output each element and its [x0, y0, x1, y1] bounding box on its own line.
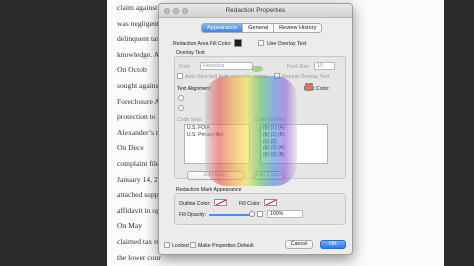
code-entry-item[interactable]: (b) (3) (B) [261, 152, 327, 159]
cancel-button[interactable]: Cancel [285, 240, 313, 249]
alignment-radio-2[interactable] [178, 105, 184, 111]
auto-size-checkbox[interactable] [177, 73, 183, 79]
opacity-checkbox[interactable] [257, 211, 263, 217]
make-default-checkbox[interactable] [190, 242, 196, 248]
edit-codes-button[interactable]: Edit Codes [254, 171, 284, 180]
mark-fill-color-label: Fill Color: [239, 201, 261, 207]
code-sets-label: Code Sets: [177, 117, 203, 123]
document-line: Alexander’s m [117, 127, 162, 137]
mark-appearance-group [174, 193, 346, 225]
font-select[interactable]: Helvetica [200, 62, 253, 70]
tab-review-history[interactable]: Review History [273, 24, 321, 32]
fill-opacity-slider[interactable] [209, 211, 255, 217]
document-line: was negligent [117, 18, 159, 28]
code-entries-list[interactable]: (b) (1) (A) (b) (1) (B) (b) (2) (b) (3) … [260, 124, 328, 164]
font-size-field[interactable]: 10 [314, 62, 335, 70]
tab-appearance[interactable]: Appearance [202, 24, 243, 32]
code-entry-item[interactable]: (b) (1) (A) [261, 125, 327, 132]
document-line: delinquent tax [117, 34, 161, 44]
fill-opacity-slider-knob[interactable] [249, 211, 255, 217]
minimize-window-icon[interactable] [173, 8, 179, 14]
fill-opacity-slider-fill [209, 214, 252, 216]
code-entry-item[interactable]: (b) (3) (A) [261, 145, 327, 152]
text-alignment-label: Text Alignment: [177, 86, 213, 92]
mark-fill-color-swatch[interactable] [264, 199, 277, 206]
repeat-overlay-checkbox[interactable] [274, 73, 280, 79]
document-line: the lower cour [117, 252, 161, 262]
zoom-window-icon[interactable] [182, 8, 188, 14]
code-entry-item[interactable]: (b) (1) (B) [261, 132, 327, 139]
edit-entry-button[interactable]: Edit Entry [187, 171, 244, 180]
close-window-icon[interactable] [164, 8, 170, 14]
outline-color-swatch[interactable] [214, 199, 227, 206]
document-line: On May [117, 221, 143, 231]
document-line: attached suppo [117, 190, 163, 200]
document-line: claimed tax rec [117, 237, 164, 246]
repeat-overlay-label: Repeat Overlay Text [282, 74, 329, 80]
document-line: On Dece [117, 143, 144, 153]
tab-general[interactable]: General [242, 24, 273, 32]
fill-color-swatch[interactable] [234, 39, 242, 47]
no-color-slash-icon [215, 200, 226, 205]
alignment-radio-1[interactable] [178, 95, 184, 101]
code-sets-list[interactable]: U.S. FOIA U.S. Privacy Act [184, 124, 250, 164]
document-line: protection to [117, 112, 156, 122]
document-line: complaint filed [117, 159, 164, 168]
dialog-title: Redaction Properties [225, 7, 286, 14]
dialog-titlebar: Redaction Properties [159, 4, 352, 18]
document-line: On Octob [117, 65, 147, 75]
code-set-item[interactable]: U.S. Privacy Act [185, 132, 249, 139]
tab-bar: Appearance General Review History [201, 23, 323, 33]
fill-color-label: Redaction Area Fill Color: [173, 41, 232, 47]
make-default-label: Make Properties Default [198, 243, 254, 249]
code-entries-label: Code Entries: [255, 117, 287, 123]
use-overlay-checkbox[interactable] [258, 40, 264, 46]
no-color-slash-icon [265, 200, 276, 205]
document-line: Foreclosure Ac [117, 96, 164, 106]
use-overlay-label: Use Overlay Text [267, 41, 307, 47]
locked-checkbox[interactable] [164, 242, 170, 248]
code-set-item[interactable]: U.S. FOIA [185, 125, 249, 132]
outline-color-label: Outline Color: [179, 201, 211, 207]
auto-size-label: Auto-Size text to fit redaction region [185, 74, 268, 80]
document-line: affidavit in opp [117, 205, 164, 215]
code-entry-item[interactable]: (b) (2) [261, 139, 327, 146]
fill-opacity-label: Fill Opacity: [179, 212, 207, 218]
ok-button[interactable]: OK [320, 240, 346, 249]
fill-opacity-field[interactable]: 100% [267, 210, 303, 218]
font-label: Font: [179, 64, 191, 70]
font-size-label: Font Size: [287, 64, 311, 70]
font-color-swatch[interactable] [305, 83, 313, 91]
redaction-properties-dialog: Redaction Properties Appearance General … [158, 3, 353, 255]
locked-label: Locked [172, 243, 189, 249]
